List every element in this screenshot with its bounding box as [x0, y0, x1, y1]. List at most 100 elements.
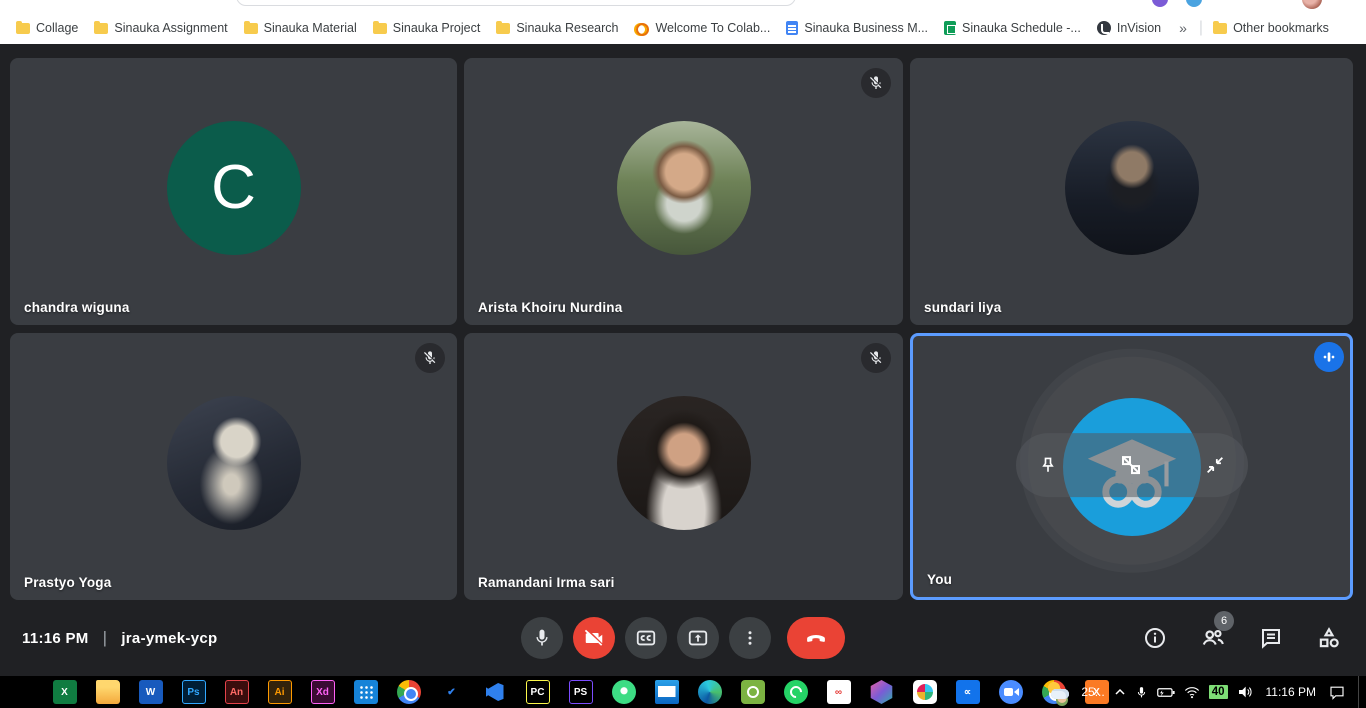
word-icon[interactable]: W — [139, 680, 163, 704]
meeting-info: 11:16 PM | jra-ymek-ycp — [22, 628, 217, 648]
avatar-photo — [617, 120, 751, 254]
avatar-photo — [1065, 120, 1199, 254]
bookmark-sinauka-project[interactable]: Sinauka Project — [365, 18, 489, 38]
meeting-code: jra-ymek-ycp — [121, 630, 217, 647]
captions-button[interactable] — [625, 617, 667, 659]
tray-chevron-up-icon[interactable] — [1114, 686, 1126, 698]
illustrator-icon[interactable]: Ai — [268, 680, 292, 704]
participant-tile-arista[interactable]: Arista Khoiru Nurdina — [464, 58, 903, 325]
show-desktop-button[interactable] — [1358, 676, 1362, 708]
camera-off-button[interactable] — [573, 617, 615, 659]
participant-name: Prastyo Yoga — [24, 575, 111, 590]
chat-button[interactable] — [1256, 623, 1286, 653]
bookmarks-divider: | — [1199, 19, 1203, 37]
animate-icon[interactable]: An — [225, 680, 249, 704]
windows-start-icon[interactable] — [10, 680, 34, 704]
bookmark-welcome-to-colab[interactable]: Welcome To Colab... — [626, 18, 778, 38]
folder-icon — [373, 23, 387, 34]
minimize-icon[interactable] — [1204, 454, 1226, 476]
zoom-icon[interactable] — [999, 680, 1023, 704]
camera-green-icon[interactable] — [741, 680, 765, 704]
tray-speaker-icon[interactable] — [1237, 685, 1253, 699]
participant-tile-you[interactable]: You — [910, 333, 1353, 600]
activities-icon — [1316, 625, 1342, 651]
vscode-icon[interactable] — [483, 680, 507, 704]
notification-center-icon[interactable] — [1329, 685, 1345, 700]
browser-profile-avatar[interactable] — [1302, 0, 1322, 9]
extension-icon[interactable] — [1186, 0, 1202, 7]
avatar: C — [167, 120, 301, 254]
google-docs-icon — [786, 21, 798, 35]
microphone-button[interactable] — [521, 617, 563, 659]
participant-tile-chandra-wiguna[interactable]: C chandra wiguna — [10, 58, 457, 325]
tray-mic-icon[interactable] — [1135, 685, 1148, 700]
bookmark-label: InVision — [1117, 21, 1161, 35]
excel-icon[interactable]: X — [53, 680, 77, 704]
calendar-icon[interactable] — [354, 680, 378, 704]
address-bar-fragment[interactable] — [236, 0, 796, 6]
windows-taskbar: XWPsAnAiXd✔PCPS∞∝X 25... 40 11:16 PM — [0, 676, 1366, 708]
call-controls — [521, 617, 845, 659]
android-icon[interactable] — [612, 680, 636, 704]
extension-icon[interactable] — [1152, 0, 1168, 7]
participant-tile-prastyo[interactable]: Prastyo Yoga — [10, 333, 457, 600]
photoshop-icon[interactable]: Ps — [182, 680, 206, 704]
bookmark-sinauka-assignment[interactable]: Sinauka Assignment — [86, 18, 235, 38]
pin-icon[interactable] — [1038, 454, 1058, 476]
red-swirl-icon[interactable]: ∞ — [827, 680, 851, 704]
chat-icon — [1259, 626, 1283, 650]
mail-icon[interactable] — [655, 680, 679, 704]
mic-muted-badge — [861, 343, 891, 373]
weather-temperature[interactable]: 25... — [1081, 685, 1104, 699]
bookmark-label: Sinauka Project — [393, 21, 481, 35]
call-end-icon — [804, 626, 828, 650]
activities-button[interactable] — [1314, 623, 1344, 653]
bookmark-invision[interactable]: InVision — [1089, 18, 1169, 38]
participant-tile-ramandani[interactable]: Ramandani Irma sari — [464, 333, 903, 600]
battery-percent-badge[interactable]: 40 — [1209, 685, 1228, 699]
hang-up-button[interactable] — [787, 617, 845, 659]
pycharm-icon[interactable]: PC — [526, 680, 550, 704]
tray-wifi-icon[interactable] — [1184, 686, 1200, 699]
bookmark-label: Sinauka Material — [264, 21, 357, 35]
checkmark-icon[interactable]: ✔ — [440, 680, 464, 704]
present-button[interactable] — [677, 617, 719, 659]
avatar-photo — [167, 395, 301, 529]
bookmark-label: Sinauka Assignment — [114, 21, 227, 35]
tray-battery-icon[interactable] — [1157, 686, 1175, 699]
chrome-icon[interactable] — [397, 680, 421, 704]
participant-tile-sundari[interactable]: sundari liya — [910, 58, 1353, 325]
bookmark-sinauka-research[interactable]: Sinauka Research — [488, 18, 626, 38]
bookmark-sinauka-business[interactable]: Sinauka Business M... — [778, 18, 936, 38]
remove-from-layout-icon[interactable] — [1119, 453, 1143, 477]
participant-name: Ramandani Irma sari — [478, 575, 615, 590]
xd-icon[interactable]: Xd — [311, 680, 335, 704]
bookmarks-overflow-chevron[interactable]: » — [1169, 20, 1197, 36]
browser-toolbar-fragment — [0, 0, 1366, 12]
file-explorer-icon[interactable] — [96, 680, 120, 704]
whatsapp-icon[interactable] — [784, 680, 808, 704]
slack-icon[interactable] — [913, 680, 937, 704]
mic-off-icon — [868, 350, 884, 366]
folder-icon — [16, 23, 30, 34]
bookmark-label: Sinauka Research — [516, 21, 618, 35]
bookmark-sinauka-material[interactable]: Sinauka Material — [236, 18, 365, 38]
weather-icon[interactable] — [1046, 681, 1072, 703]
edge-icon[interactable] — [698, 680, 722, 704]
participant-name: Arista Khoiru Nurdina — [478, 300, 622, 315]
oc-icon[interactable]: ∝ — [956, 680, 980, 704]
meeting-details-button[interactable] — [1140, 623, 1170, 653]
info-icon — [1143, 626, 1167, 650]
system-tray: 25... 40 11:16 PM — [1046, 676, 1362, 708]
more-options-button[interactable] — [729, 617, 771, 659]
phpstorm-icon[interactable]: PS — [569, 680, 593, 704]
present-screen-icon — [687, 627, 709, 649]
participants-button[interactable]: 6 — [1198, 623, 1228, 653]
taskbar-clock[interactable]: 11:16 PM — [1262, 685, 1320, 699]
colab-icon — [634, 23, 649, 33]
bookmark-sinauka-schedule[interactable]: Sinauka Schedule -... — [936, 18, 1089, 38]
other-bookmarks-button[interactable]: Other bookmarks — [1205, 18, 1337, 38]
bookmark-label: Sinauka Schedule -... — [962, 21, 1081, 35]
bookmark-collage[interactable]: Collage — [8, 18, 86, 38]
hexagon-icon[interactable] — [870, 680, 894, 704]
